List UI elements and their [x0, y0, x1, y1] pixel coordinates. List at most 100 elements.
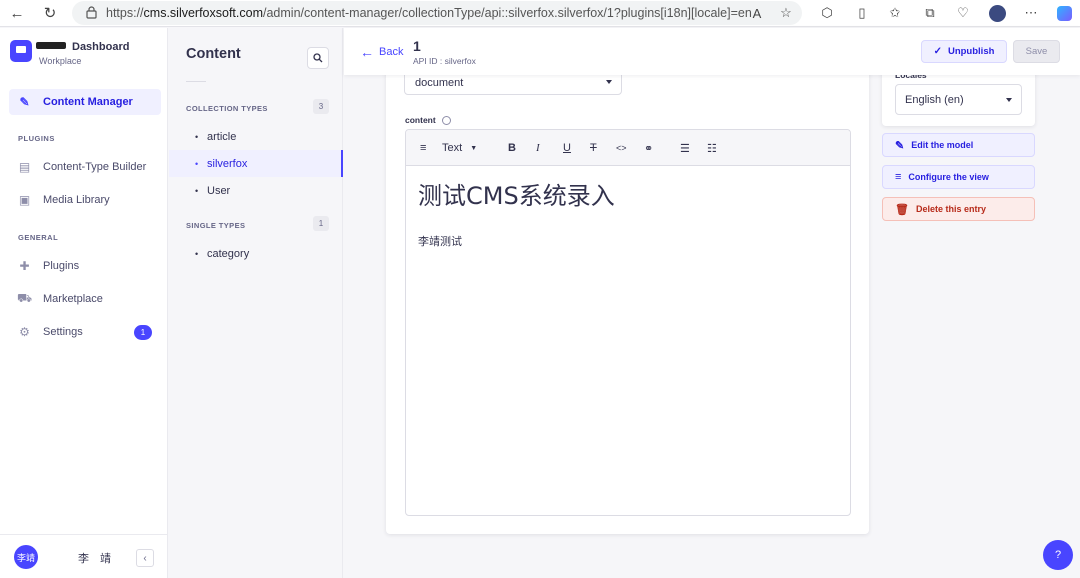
nav-label: Settings [43, 326, 83, 338]
subnav-item-user[interactable]: User [169, 177, 343, 204]
entry-header: ← Back 1 API ID : silverfox ✓ Unpublish … [344, 28, 1080, 75]
subnav-item-article[interactable]: article [169, 123, 343, 150]
nav-marketplace[interactable]: ⛟ Marketplace [9, 286, 161, 312]
extensions-icon[interactable]: ⬡ [817, 4, 837, 22]
numbered-list-icon[interactable]: ☷ [707, 141, 717, 155]
nav-label: Media Library [43, 194, 110, 206]
chevron-left-icon: ‹ [143, 552, 147, 564]
nav-content-manager[interactable]: ✎ Content Manager [9, 89, 161, 115]
search-button[interactable] [307, 47, 329, 69]
url-scheme: https:// [106, 6, 144, 20]
strikethrough-icon[interactable]: T [590, 141, 597, 155]
content-subnav: Content COLLECTION TYPES 3 article silve… [169, 28, 343, 578]
rich-text-editor[interactable]: ≡ Text ▼ B I U T <> ⚭ ☰ ☷ 测试CMS系统录入 李靖测试 [405, 129, 851, 516]
subnav-item-label: silverfox [207, 157, 248, 170]
brand-subtitle: Workplace [39, 56, 82, 66]
editor-content[interactable]: 测试CMS系统录入 李靖测试 [418, 176, 615, 249]
bold-icon[interactable]: B [508, 141, 516, 155]
avatar[interactable]: 李靖 [14, 545, 38, 569]
browser-toolbar: ← ↻ https://cms.silverfoxsoft.com/admin/… [0, 0, 1080, 27]
delete-entry-label: Delete this entry [915, 204, 986, 214]
lock-icon [86, 6, 97, 19]
subnav-item-silverfox[interactable]: silverfox [169, 150, 343, 177]
configure-view-label: Configure the view [908, 172, 989, 182]
bulleted-list-icon[interactable]: ☰ [680, 141, 690, 155]
content-field-label: content [405, 115, 451, 125]
general-heading: GENERAL [18, 233, 59, 242]
subnav-item-label: article [207, 130, 237, 143]
browser-essentials-icon[interactable]: ♡ [953, 4, 973, 22]
caret-down-icon [606, 80, 612, 84]
collection-types-heading: COLLECTION TYPES [186, 104, 268, 113]
subnav-item-category[interactable]: category [169, 240, 343, 267]
back-label: Back [379, 46, 404, 58]
italic-icon[interactable]: I [536, 141, 540, 155]
save-label: Save [1025, 46, 1048, 57]
collections-icon[interactable]: ⧉ [920, 4, 940, 22]
favorite-star-icon[interactable]: ☆ [776, 4, 796, 22]
split-screen-icon[interactable]: ▯ [852, 4, 872, 22]
page-title: 1 [413, 38, 421, 54]
reload-icon[interactable]: ↻ [40, 4, 60, 22]
help-label: ? [1054, 549, 1062, 561]
editor-heading[interactable]: 测试CMS系统录入 [418, 176, 615, 211]
underline-icon[interactable]: U [563, 141, 571, 155]
main-navigation: Dashboard Workplace ✎ Content Manager PL… [0, 28, 168, 578]
more-menu-icon[interactable]: ⋯ [1021, 4, 1041, 22]
read-aloud-icon[interactable]: A [747, 4, 767, 22]
collapse-sidebar-button[interactable]: ‹ [136, 549, 154, 567]
caret-down-icon [1006, 98, 1012, 102]
block-style-dropdown[interactable]: Text ▼ [442, 141, 477, 155]
configure-view-button[interactable]: ≡ Configure the view [882, 165, 1035, 189]
subnav-title: Content [186, 46, 241, 62]
puzzle-icon: ✚ [19, 259, 30, 273]
trash-icon: 🗑 [895, 203, 909, 216]
strapi-logo [10, 40, 32, 62]
user-name[interactable]: 李 靖 [78, 550, 115, 566]
favorites-icon[interactable]: ✩ [885, 4, 905, 22]
align-left-icon: ≡ [420, 142, 427, 154]
type-select-value: document [415, 76, 464, 89]
editor-card: document content ≡ Text ▼ B I U T <> ⚭ ☰ … [386, 60, 869, 534]
single-types-heading: SINGLE TYPES [186, 221, 246, 230]
nav-label: Marketplace [43, 293, 103, 305]
back-link[interactable]: ← Back [360, 44, 403, 60]
subnav-item-label: User [207, 184, 231, 197]
caret-down-icon: ▼ [470, 144, 478, 152]
pencil-icon: ✎ [895, 139, 905, 152]
unpublish-button[interactable]: ✓ Unpublish [921, 40, 1007, 63]
url-path: /admin/content-manager/collectionType/ap… [263, 6, 752, 20]
nav-content-type-builder[interactable]: ▤ Content-Type Builder [9, 154, 161, 180]
layout-icon: ▤ [18, 160, 31, 174]
delete-entry-button[interactable]: 🗑 Delete this entry [882, 197, 1035, 221]
search-icon [313, 53, 323, 63]
user-footer: 李靖 李 靖 ‹ [0, 534, 168, 578]
help-button[interactable]: ? [1043, 540, 1073, 570]
plugins-heading: PLUGINS [18, 134, 55, 143]
save-button[interactable]: Save [1013, 40, 1060, 63]
profile-icon[interactable] [987, 4, 1007, 22]
locale-select[interactable]: English (en) [895, 84, 1022, 115]
url-domain: cms.silverfoxsoft.com [143, 6, 263, 20]
link-icon[interactable]: ⚭ [644, 141, 653, 155]
back-arrow-icon[interactable]: ← [7, 4, 27, 22]
settings-badge: 1 [134, 325, 152, 340]
copilot-icon[interactable] [1054, 4, 1074, 22]
redacted-brand [36, 42, 66, 49]
layout-lines-icon: ≡ [895, 171, 902, 183]
code-icon[interactable]: <> [616, 141, 627, 155]
nav-plugins[interactable]: ✚ Plugins [9, 253, 161, 279]
collection-types-count: 3 [313, 99, 329, 114]
nav-label: Content-Type Builder [43, 161, 147, 173]
edit-model-button[interactable]: ✎ Edit the model [882, 133, 1035, 157]
nav-media-library[interactable]: ▣ Media Library [9, 187, 161, 213]
address-bar[interactable]: https://cms.silverfoxsoft.com/admin/cont… [72, 1, 802, 25]
editor-paragraph[interactable]: 李靖测试 [418, 233, 615, 249]
block-style-label: Text [442, 142, 463, 154]
content-label-text: content [405, 115, 436, 125]
pencil-square-icon: ✎ [19, 95, 30, 109]
edit-model-label: Edit the model [911, 140, 974, 150]
gear-icon: ⚙ [19, 325, 30, 339]
single-types-count: 1 [313, 216, 329, 231]
subnav-item-label: category [207, 247, 250, 260]
